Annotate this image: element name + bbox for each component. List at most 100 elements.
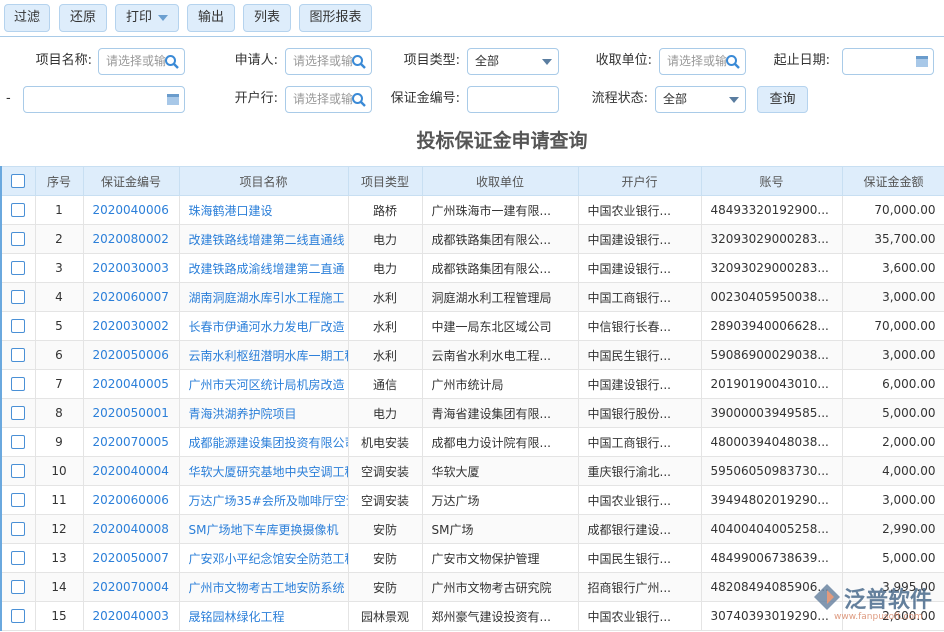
col-header[interactable]: 序号 [35,167,83,196]
deposit-no-link[interactable]: 2020070005 [83,428,179,457]
col-header[interactable]: 项目名称 [179,167,348,196]
project-name-link[interactable]: 改建铁路线增建第二线直通线 [179,225,348,254]
table-row[interactable]: 102020040004华软大厦研究基地中央空调工程空调安装华软大厦重庆银行渝北… [1,457,944,486]
search-icon[interactable] [164,54,180,70]
table-row[interactable]: 112020060006万达广场35#会所及咖啡厅空调空调安装万达广场中国农业银… [1,486,944,515]
row-checkbox[interactable] [1,196,35,225]
project-type-select[interactable]: 全部 [467,48,559,75]
receiver-label: 收取单位: [570,48,652,74]
chart-report-button[interactable]: 图形报表 [299,4,372,32]
account-no: 48493320192900... [701,196,842,225]
col-header[interactable]: 项目类型 [348,167,422,196]
deposit-no-link[interactable]: 2020040003 [83,602,179,631]
project-name-link[interactable]: 珠海鹤港口建设 [179,196,348,225]
filter-button[interactable]: 过滤 [4,4,50,32]
col-header[interactable]: 保证金金额 [842,167,944,196]
end-date-input[interactable] [23,86,185,113]
table-row[interactable]: 42020060007湖南洞庭湖水库引水工程施工水利洞庭湖水利工程管理局中国工商… [1,283,944,312]
row-checkbox[interactable] [1,428,35,457]
calendar-icon[interactable] [915,54,929,68]
row-checkbox[interactable] [1,486,35,515]
row-checkbox[interactable] [1,457,35,486]
col-header[interactable]: 开户行 [578,167,701,196]
deposit-no-link[interactable]: 2020080002 [83,225,179,254]
receiver-input[interactable]: 请选择或输 [659,48,746,75]
table-row[interactable]: 52020030002长春市伊通河水力发电厂改造水利中建一局东北区域公司中信银行… [1,312,944,341]
col-header[interactable]: 收取单位 [422,167,578,196]
deposit-no-link[interactable]: 2020030003 [83,254,179,283]
row-checkbox[interactable] [1,544,35,573]
table-row[interactable]: 32020030003改建铁路成渝线增建第二直通电力成都铁路集团有限公...中国… [1,254,944,283]
deposit-no-input[interactable] [467,86,559,113]
table-row[interactable]: 82020050001青海洪湖养护院项目电力青海省建设集团有限...中国银行股份… [1,399,944,428]
receiver: 成都铁路集团有限公... [422,225,578,254]
select-all-checkbox[interactable] [1,167,35,196]
table-row[interactable]: 92020070005成都能源建设集团投资有限公司机电安装成都电力设计院有限..… [1,428,944,457]
list-button[interactable]: 列表 [243,4,291,32]
deposit-no-link[interactable]: 2020060006 [83,486,179,515]
table-row[interactable]: 142020070004广州市文物考古工地安防系统安防广州市文物考古研究院招商银… [1,573,944,602]
table-row[interactable]: 132020050007广安邓小平纪念馆安全防范工程安防广安市文物保护管理中国民… [1,544,944,573]
bank-input[interactable]: 请选择或输 [285,86,372,113]
applicant-input[interactable]: 请选择或输 [285,48,372,75]
row-index: 2 [35,225,83,254]
table-row[interactable]: 62020050006云南水利枢纽潜明水库一期工程水利云南省水利水电工程...中… [1,341,944,370]
project-name-link[interactable]: 广安邓小平纪念馆安全防范工程 [179,544,348,573]
row-index: 10 [35,457,83,486]
project-name-link[interactable]: 成都能源建设集团投资有限公司 [179,428,348,457]
search-icon[interactable] [351,92,367,108]
project-name-link[interactable]: 万达广场35#会所及咖啡厅空调 [179,486,348,515]
row-checkbox[interactable] [1,602,35,631]
project-name-link[interactable]: 广州市天河区统计局机房改造 [179,370,348,399]
table-row[interactable]: 152020040003晟铭园林绿化工程园林景观郑州豪气建设投资有...中国农业… [1,602,944,631]
row-index: 12 [35,515,83,544]
deposit-no-link[interactable]: 2020040004 [83,457,179,486]
deposit-no-link[interactable]: 2020040008 [83,515,179,544]
project-name-link[interactable]: 长春市伊通河水力发电厂改造 [179,312,348,341]
project-name-link[interactable]: 改建铁路成渝线增建第二直通 [179,254,348,283]
project-name-input[interactable]: 请选择或输 [98,48,185,75]
project-name-link[interactable]: 云南水利枢纽潜明水库一期工程 [179,341,348,370]
col-header[interactable]: 保证金编号 [83,167,179,196]
print-button[interactable]: 打印 [115,4,179,32]
table-row[interactable]: 22020080002改建铁路线增建第二线直通线电力成都铁路集团有限公...中国… [1,225,944,254]
project-type: 安防 [348,515,422,544]
project-name-link[interactable]: 广州市文物考古工地安防系统 [179,573,348,602]
query-button[interactable]: 查询 [757,86,808,113]
receiver: 华软大厦 [422,457,578,486]
table-row[interactable]: 122020040008SM广场地下车库更换摄像机安防SM广场成都银行建设...… [1,515,944,544]
row-checkbox[interactable] [1,341,35,370]
deposit-no-link[interactable]: 2020040005 [83,370,179,399]
calendar-icon[interactable] [166,92,180,106]
table-row[interactable]: 12020040006珠海鹤港口建设路桥广州珠海市一建有限...中国农业银行..… [1,196,944,225]
row-checkbox[interactable] [1,312,35,341]
project-name-link[interactable]: 湖南洞庭湖水库引水工程施工 [179,283,348,312]
search-icon[interactable] [351,54,367,70]
project-name-link[interactable]: SM广场地下车库更换摄像机 [179,515,348,544]
deposit-no-link[interactable]: 2020040006 [83,196,179,225]
project-name-link[interactable]: 华软大厦研究基地中央空调工程 [179,457,348,486]
deposit-no-link[interactable]: 2020030002 [83,312,179,341]
row-index: 11 [35,486,83,515]
deposit-no-link[interactable]: 2020070004 [83,573,179,602]
project-name-link[interactable]: 晟铭园林绿化工程 [179,602,348,631]
project-name-link[interactable]: 青海洪湖养护院项目 [179,399,348,428]
table-row[interactable]: 72020040005广州市天河区统计局机房改造通信广州市统计局中国建设银行..… [1,370,944,399]
row-checkbox[interactable] [1,283,35,312]
row-checkbox[interactable] [1,515,35,544]
deposit-no-link[interactable]: 2020050001 [83,399,179,428]
row-checkbox[interactable] [1,573,35,602]
row-checkbox[interactable] [1,399,35,428]
restore-button[interactable]: 还原 [59,4,107,32]
search-icon[interactable] [725,54,741,70]
deposit-no-link[interactable]: 2020050006 [83,341,179,370]
row-checkbox[interactable] [1,370,35,399]
row-checkbox[interactable] [1,254,35,283]
row-checkbox[interactable] [1,225,35,254]
export-button[interactable]: 输出 [187,4,235,32]
flow-status-select[interactable]: 全部 [655,86,746,113]
deposit-no-link[interactable]: 2020050007 [83,544,179,573]
deposit-no-link[interactable]: 2020060007 [83,283,179,312]
col-header[interactable]: 账号 [701,167,842,196]
start-date-input[interactable] [842,48,934,75]
